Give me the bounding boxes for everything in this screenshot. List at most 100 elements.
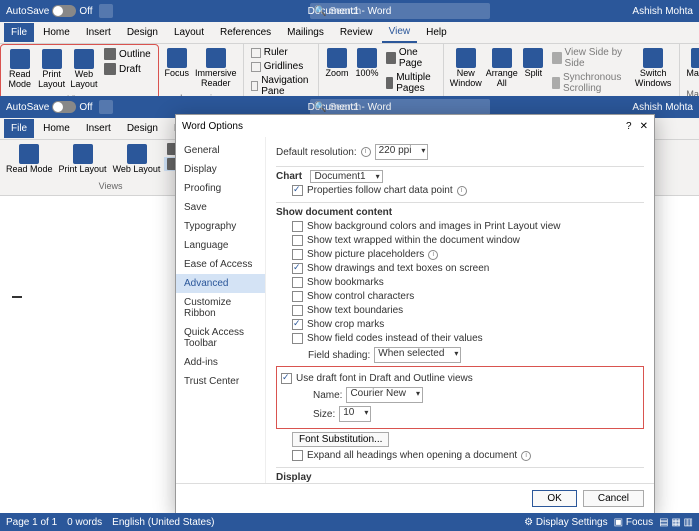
tab-file-2[interactable]: File [4, 119, 34, 138]
show-text-wrap-checkbox[interactable] [292, 235, 303, 246]
prop-follow-checkbox[interactable] [292, 185, 303, 196]
gridlines-checkbox[interactable]: Gridlines [248, 60, 314, 73]
tab-help[interactable]: Help [419, 23, 454, 42]
tab-design-2[interactable]: Design [120, 119, 165, 138]
tab-insert[interactable]: Insert [79, 23, 118, 42]
zoom-button[interactable]: Zoom [323, 46, 351, 81]
field-shading-select[interactable]: When selected [374, 347, 461, 363]
draft-button[interactable]: Draft [101, 62, 154, 76]
ruler-checkbox[interactable]: Ruler [248, 46, 314, 59]
status-words[interactable]: 0 words [67, 517, 102, 528]
info-icon[interactable]: i [457, 186, 467, 196]
switch-windows-button[interactable]: Switch Windows [631, 46, 676, 91]
side-by-side-button[interactable]: View Side by Side [549, 46, 628, 70]
tab-design[interactable]: Design [120, 23, 165, 42]
web-layout-button[interactable]: Web Layout [69, 47, 99, 92]
show-field-codes-checkbox[interactable] [292, 333, 303, 344]
info-icon[interactable]: i [521, 451, 531, 461]
focus-mode-button[interactable]: ▣ Focus [614, 517, 653, 528]
show-placeholders-checkbox[interactable] [292, 249, 303, 260]
tab-references[interactable]: References [213, 23, 278, 42]
nav-typography[interactable]: Typography [176, 217, 265, 236]
autosave-toggle[interactable]: AutoSave Off [6, 5, 93, 17]
status-lang[interactable]: English (United States) [112, 517, 214, 528]
close-icon[interactable]: ✕ [640, 121, 648, 132]
expand-headings-checkbox[interactable] [292, 450, 303, 461]
macros-button[interactable]: Macros [684, 46, 699, 81]
tab-view[interactable]: View [382, 22, 418, 43]
chart-doc-select[interactable]: Document1 [310, 170, 382, 183]
info-icon[interactable]: i [428, 250, 438, 260]
group-show: Ruler Gridlines Navigation Pane Show [244, 44, 319, 103]
nav-quick-access-toolbar[interactable]: Quick Access Toolbar [176, 323, 265, 353]
immersive-reader-button[interactable]: Immersive Reader [193, 46, 239, 91]
nav-save[interactable]: Save [176, 198, 265, 217]
arrange-all-button[interactable]: Arrange All [486, 46, 517, 91]
print-layout-button[interactable]: Print Layout [37, 47, 67, 92]
show-drawings-checkbox[interactable] [292, 263, 303, 274]
nav-ease-of-access[interactable]: Ease of Access [176, 255, 265, 274]
help-icon[interactable]: ? [626, 121, 632, 132]
save-icon-2[interactable] [99, 100, 113, 114]
font-substitution-button[interactable]: Font Substitution... [292, 432, 389, 447]
nav-customize-ribbon[interactable]: Customize Ribbon [176, 293, 265, 323]
one-page-button[interactable]: One Page [383, 46, 438, 70]
tab-home[interactable]: Home [36, 23, 77, 42]
navpane-checkbox[interactable]: Navigation Pane [248, 74, 314, 98]
print-layout-icon [73, 144, 93, 164]
split-button[interactable]: Split [519, 46, 547, 81]
show-control-chars-checkbox[interactable] [292, 291, 303, 302]
read-mode-button[interactable]: Read Mode [5, 47, 35, 92]
nav-advanced[interactable]: Advanced [176, 274, 265, 293]
print-layout-button-2[interactable]: Print Layout [57, 142, 109, 177]
default-res-select[interactable]: 220 ppi [375, 144, 429, 160]
status-page[interactable]: Page 1 of 1 [6, 517, 57, 528]
tab-review[interactable]: Review [333, 23, 380, 42]
web-layout-button-2[interactable]: Web Layout [111, 142, 163, 177]
multiple-pages-button[interactable]: Multiple Pages [383, 71, 438, 95]
tab-insert-2[interactable]: Insert [79, 119, 118, 138]
view-icons[interactable]: ▤ ▦ ▥ [659, 517, 693, 528]
autosave-toggle-2[interactable]: AutoSave Off [6, 101, 93, 113]
cancel-button[interactable]: Cancel [583, 490, 644, 507]
default-res-label: Default resolution: [276, 147, 357, 158]
show-crop-checkbox[interactable] [292, 319, 303, 330]
show-doc-section-head: Show document content [276, 202, 644, 218]
info-icon[interactable]: i [361, 147, 371, 157]
toggle-icon [52, 101, 76, 113]
sync-scroll-button[interactable]: Synchronous Scrolling [549, 71, 628, 95]
tab-home-2[interactable]: Home [36, 119, 77, 138]
tab-layout[interactable]: Layout [167, 23, 211, 42]
ok-button[interactable]: OK [532, 490, 576, 507]
nav-add-ins[interactable]: Add-ins [176, 353, 265, 372]
read-mode-button-2[interactable]: Read Mode [4, 142, 55, 177]
show-text-bounds-checkbox[interactable] [292, 305, 303, 316]
draft-font-highlight: Use draft font in Draft and Outline view… [276, 366, 644, 429]
focus-button[interactable]: Focus [163, 46, 191, 81]
search-box-2[interactable]: 🔍 Search [310, 99, 490, 115]
save-icon[interactable] [99, 4, 113, 18]
user-name[interactable]: Ashish Mohta [632, 6, 693, 17]
display-settings-button[interactable]: ⚙ Display Settings [524, 517, 607, 528]
nav-general[interactable]: General [176, 141, 265, 160]
user-name-2[interactable]: Ashish Mohta [632, 102, 693, 113]
nav-proofing[interactable]: Proofing [176, 179, 265, 198]
show-bg-checkbox[interactable] [292, 221, 303, 232]
statusbar: Page 1 of 1 0 words English (United Stat… [0, 513, 699, 531]
titlebar-bg: AutoSave Off Document1 - Word 🔍 Search A… [0, 0, 699, 22]
tab-file[interactable]: File [4, 23, 34, 42]
search-box[interactable]: 🔍 Search [310, 3, 490, 19]
font-name-select[interactable]: Courier New [346, 387, 423, 403]
new-window-button[interactable]: New Window [448, 46, 485, 91]
zoom-100-button[interactable]: 100% [353, 46, 381, 81]
nav-display[interactable]: Display [176, 160, 265, 179]
show-bookmarks-checkbox[interactable] [292, 277, 303, 288]
font-size-select[interactable]: 10 [339, 406, 371, 422]
use-draft-font-checkbox[interactable] [281, 373, 292, 384]
tab-mailings[interactable]: Mailings [280, 23, 331, 42]
nav-language[interactable]: Language [176, 236, 265, 255]
print-layout-icon [42, 49, 62, 69]
outline-button[interactable]: Outline [101, 47, 154, 61]
nav-trust-center[interactable]: Trust Center [176, 372, 265, 391]
checkbox-icon [251, 62, 261, 72]
